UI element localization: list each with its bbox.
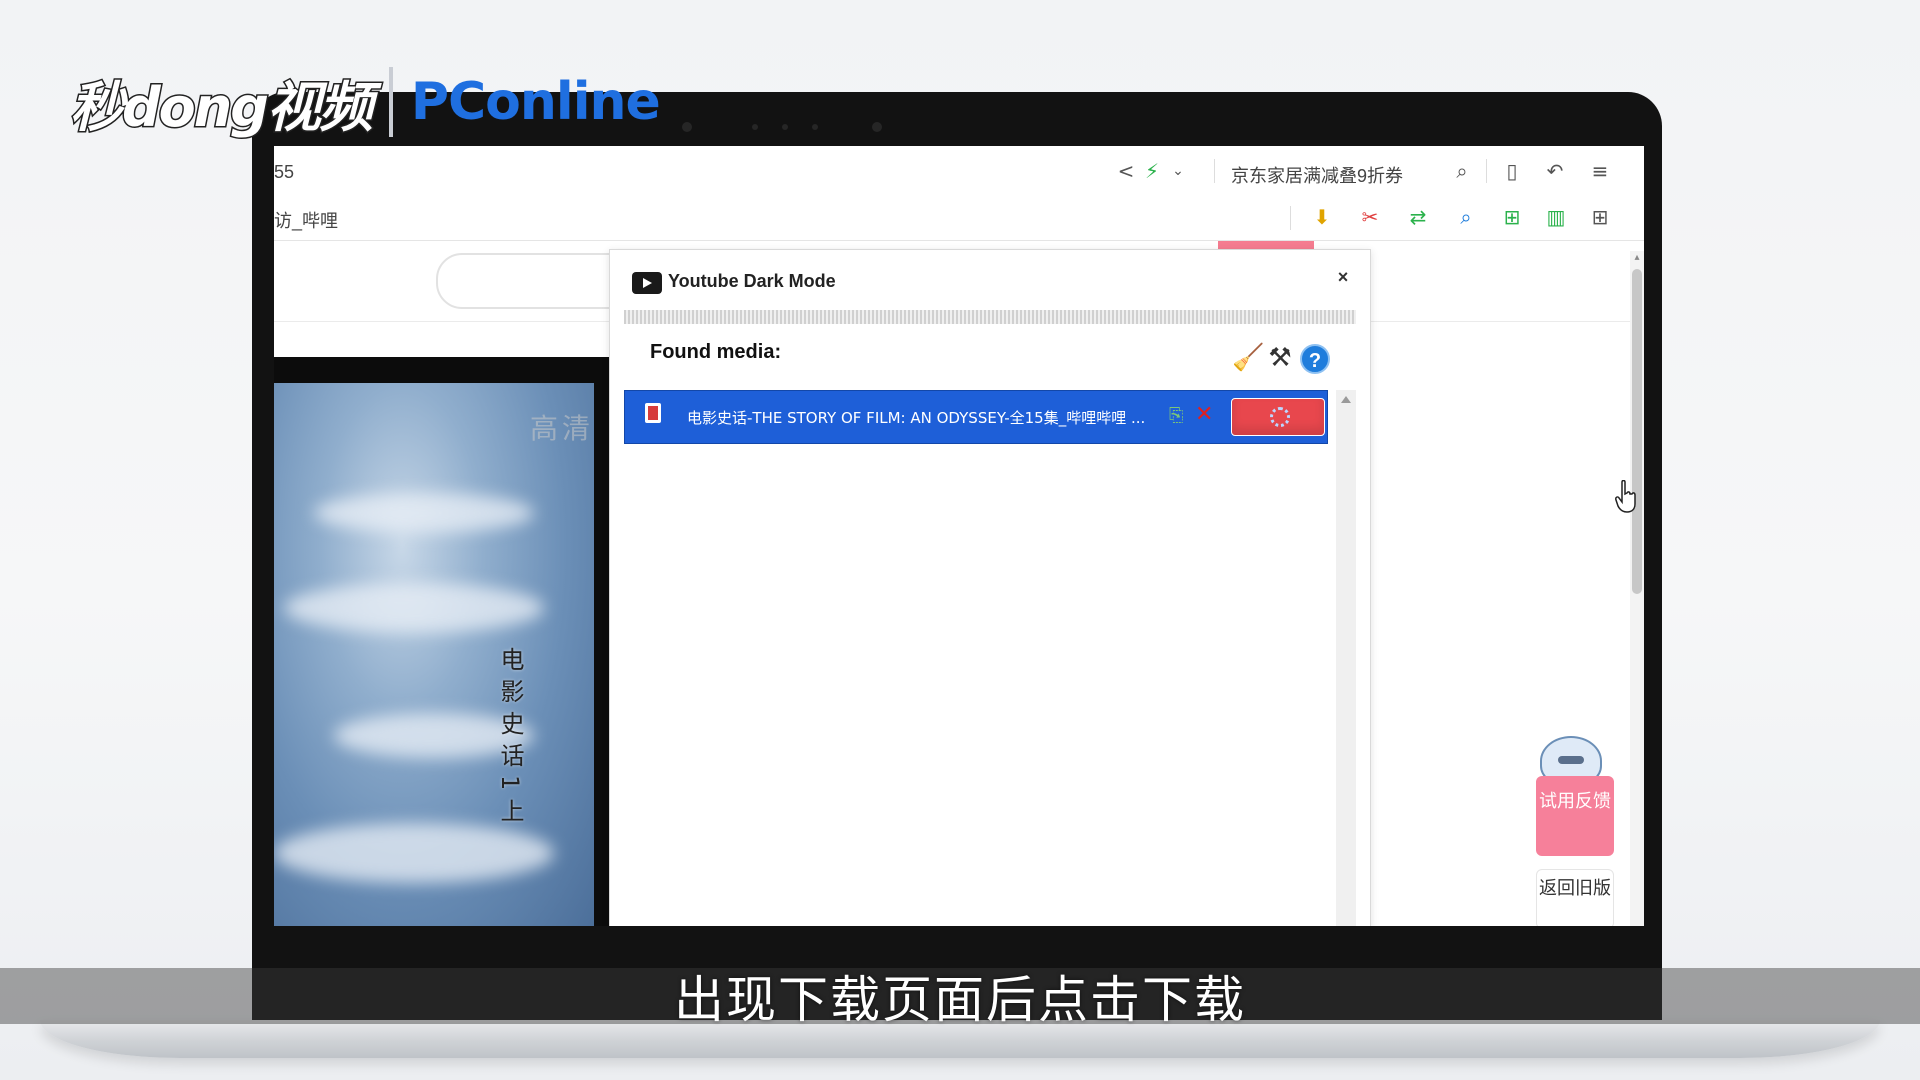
cloud-shape <box>314 493 534 533</box>
search-icon[interactable]: ⌕ <box>1452 159 1472 183</box>
youtube-icon <box>632 272 662 294</box>
gamepad-icon[interactable]: ⊞ <box>1500 205 1524 229</box>
media-download-popup: Youtube Dark Mode × Found media: 🧹 ⚒ ? 电… <box>609 249 1636 926</box>
scroll-up-icon[interactable]: ▴ <box>1632 253 1642 263</box>
camera-dot <box>812 124 818 130</box>
popup-header: Youtube Dark Mode × <box>610 250 1370 300</box>
logo-miaodong: 秒dong视频 <box>69 74 375 140</box>
tools-icon[interactable]: ⚒ <box>1264 342 1296 374</box>
download-button[interactable] <box>1231 398 1325 436</box>
reader-icon[interactable]: ▥ <box>1544 205 1568 229</box>
media-title: 电影史话-THE STORY OF FILM: AN ODYSSEY-全15集_… <box>687 409 1146 427</box>
menu-icon[interactable]: ≡ <box>1588 159 1612 183</box>
delete-icon[interactable]: ✕ <box>1195 403 1215 427</box>
magnifier-icon[interactable]: ⌕ <box>1454 205 1478 229</box>
scrollbar-thumb[interactable] <box>1632 269 1642 594</box>
browser-title-bar: 55 < ⚡ ⌄ 京东家居满减叠9折券 ⌕ ▯ ↶ ≡ <box>274 146 1644 197</box>
cloud-shape <box>284 583 544 633</box>
close-icon[interactable]: × <box>1332 266 1354 288</box>
video-frame[interactable] <box>274 383 594 926</box>
video-file-icon <box>645 403 661 423</box>
browser-screen: 55 < ⚡ ⌄ 京东家居满减叠9折券 ⌕ ▯ ↶ ≡ 访_哔哩 ⬇ ✂ ⇄ ⌕… <box>274 146 1644 926</box>
help-icon[interactable]: ? <box>1300 344 1330 374</box>
camera-dot <box>682 122 692 132</box>
camera-dot <box>782 124 788 130</box>
search-suggestion[interactable]: 京东家居满减叠9折券 <box>1231 162 1403 188</box>
logo-pconline: PConline <box>410 72 661 132</box>
back-to-old-version-button[interactable]: 返回旧版 <box>1536 869 1614 926</box>
translate-icon[interactable]: ⇄ <box>1406 205 1430 229</box>
toolbar-divider <box>1214 159 1215 183</box>
hand-cursor-icon <box>1615 480 1636 513</box>
copy-icon[interactable]: ⎘ <box>1169 405 1187 427</box>
share-icon[interactable]: < <box>1116 159 1136 183</box>
browser-extension-bar: 访_哔哩 ⬇ ✂ ⇄ ⌕ ⊞ ▥ ⊞ <box>274 196 1644 241</box>
progress-stripe <box>624 310 1356 324</box>
site-accent-bar <box>1218 241 1314 249</box>
undo-icon[interactable]: ↶ <box>1542 159 1568 183</box>
download-arrow-icon[interactable]: ⬇ <box>1310 205 1334 229</box>
channel-logo: 秒dong视频 PConline <box>69 62 661 142</box>
found-media-label: Found media: <box>650 341 782 363</box>
page-tab-fragment[interactable]: 访_哔哩 <box>274 207 338 233</box>
scissors-icon[interactable]: ✂ <box>1358 205 1382 229</box>
feedback-button[interactable]: 试用反馈 <box>1536 776 1614 856</box>
media-list-scrollbar[interactable] <box>1336 390 1356 926</box>
broom-icon[interactable]: 🧹 <box>1232 342 1264 374</box>
toolbar-divider <box>1486 159 1487 183</box>
video-subtitle: 出现下载页面后点击下载 <box>674 971 1246 1029</box>
popup-title: Youtube Dark Mode <box>668 271 836 291</box>
toolbar-divider <box>1290 206 1291 230</box>
media-item[interactable]: 电影史话-THE STORY OF FILM: AN ODYSSEY-全15集_… <box>624 390 1328 444</box>
video-vertical-title: 电影史话1上 <box>496 647 524 831</box>
camera-dot <box>872 122 882 132</box>
video-player[interactable]: 高清 电影史话1上 <box>274 357 614 926</box>
bookmark-icon[interactable]: ▯ <box>1502 159 1522 183</box>
logo-divider <box>388 67 393 137</box>
grid-icon[interactable]: ⊞ <box>1588 205 1612 229</box>
camera-dot <box>752 124 758 130</box>
cloud-shape <box>274 823 554 883</box>
media-list: 电影史话-THE STORY OF FILM: AN ODYSSEY-全15集_… <box>624 390 1356 926</box>
scroll-up-icon[interactable] <box>1341 396 1351 403</box>
video-watermark: 高清 <box>530 412 595 445</box>
bolt-icon[interactable]: ⚡ <box>1142 159 1162 183</box>
chevron-down-icon[interactable]: ⌄ <box>1168 159 1188 183</box>
page-scrollbar[interactable]: ▴ <box>1630 251 1644 926</box>
tab-fragment[interactable]: 55 <box>274 162 294 183</box>
loading-spinner-icon <box>1270 407 1290 427</box>
